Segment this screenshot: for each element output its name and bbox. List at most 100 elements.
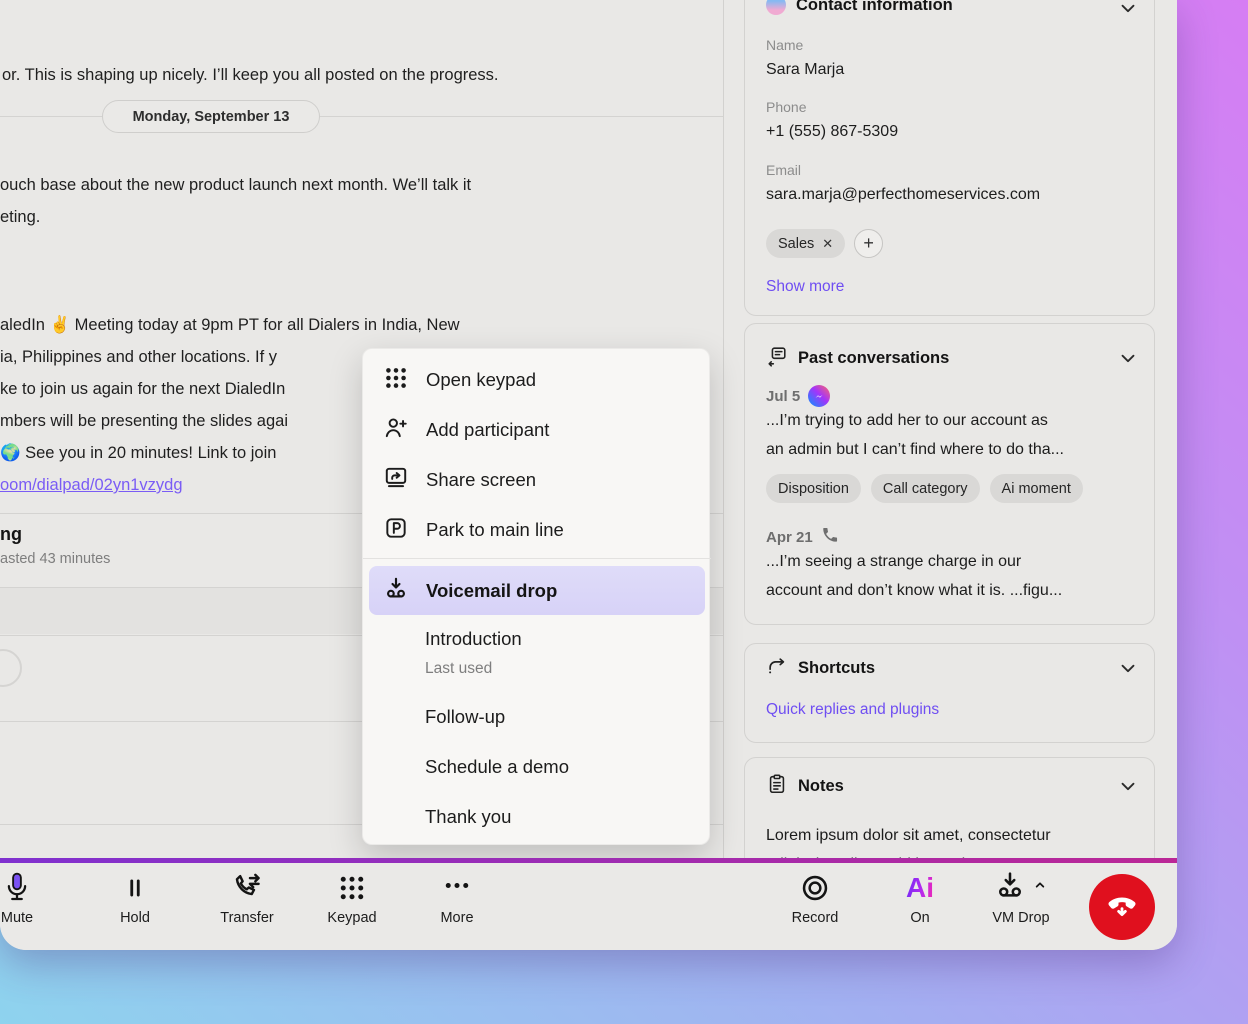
add-participant-icon	[383, 415, 409, 446]
hold-button[interactable]: Hold	[97, 869, 173, 941]
button-label: More	[440, 910, 473, 926]
disposition-tag[interactable]: Disposition	[766, 474, 861, 503]
voicemail-option-note: Last used	[425, 660, 492, 678]
shortcuts-header[interactable]: Shortcuts	[766, 655, 875, 682]
voicemail-option-thank-you[interactable]: Thank you	[425, 806, 511, 828]
quick-replies-link[interactable]: Quick replies and plugins	[766, 701, 939, 719]
remove-tag-icon[interactable]: ✕	[822, 236, 833, 252]
transfer-button[interactable]: Transfer	[209, 869, 285, 941]
card-title: Past conversations	[798, 349, 949, 368]
shortcuts-card: Shortcuts Quick replies and plugins	[744, 643, 1155, 743]
past-conversations-header[interactable]: Past conversations	[766, 345, 949, 372]
call-entry-title: ng	[0, 524, 22, 545]
button-label: On	[910, 910, 929, 926]
callbar-accent-line	[0, 858, 1177, 863]
conversation-preview[interactable]: an admin but I can’t find where to do th…	[766, 441, 1064, 459]
notes-header[interactable]: Notes	[766, 773, 844, 800]
button-label: Transfer	[220, 910, 273, 926]
more-button[interactable]: More	[419, 869, 495, 941]
contact-information-card: Contact information Name Sara Marja Phon…	[744, 0, 1155, 316]
pane-divider	[723, 0, 724, 862]
chevron-down-icon[interactable]	[1117, 657, 1139, 684]
add-tag-button[interactable]: +	[854, 229, 883, 258]
voicemail-option-schedule-a-demo[interactable]: Schedule a demo	[425, 756, 569, 778]
menu-item-label: Add participant	[426, 419, 549, 441]
menu-item-open-keypad[interactable]: Open keypad	[383, 355, 536, 405]
menu-item-label: Park to main line	[426, 519, 564, 541]
keypad-icon	[337, 869, 367, 907]
park-icon	[383, 515, 409, 546]
transfer-call-icon	[229, 869, 265, 907]
date-text: Apr 21	[766, 529, 813, 546]
contact-tag[interactable]: Sales ✕	[766, 229, 845, 258]
card-title: Contact information	[796, 0, 953, 15]
microphone-icon	[2, 869, 32, 907]
voicemail-option-introduction[interactable]: Introduction	[425, 628, 522, 650]
conversation-date: Jul 5	[766, 385, 830, 407]
conversation-date: Apr 21	[766, 526, 839, 548]
desktop-background: or. This is shaping up nicely. I’ll keep…	[0, 0, 1248, 1024]
record-icon	[799, 869, 831, 907]
chevron-up-icon[interactable]	[1032, 877, 1048, 898]
ellipsis-icon	[441, 869, 473, 907]
avatar	[0, 649, 22, 687]
chat-message-line: ia, Philippines and other locations. If …	[0, 348, 277, 367]
keypad-button[interactable]: Keypad	[314, 869, 390, 941]
record-button[interactable]: Record	[777, 869, 853, 941]
menu-item-voicemail-drop[interactable]: Voicemail drop	[369, 566, 705, 615]
call-control-bar: Mute Hold Transfer Keypad	[0, 858, 1177, 950]
menu-divider	[363, 558, 711, 559]
menu-item-label: Share screen	[426, 469, 536, 491]
card-title: Notes	[798, 777, 844, 796]
vm-drop-button[interactable]: VM Drop	[971, 869, 1071, 941]
conversation-tags: Disposition Call category Ai moment	[766, 474, 1083, 503]
conversation-preview[interactable]: account and don’t know what it is. ...fi…	[766, 582, 1062, 600]
contact-avatar	[766, 0, 786, 15]
button-label: Keypad	[327, 910, 376, 926]
conversation-preview[interactable]: ...I’m seeing a strange charge in our	[766, 553, 1021, 571]
tag-label: Sales	[778, 236, 814, 252]
button-label: Mute	[1, 910, 33, 926]
voicemail-drop-icon	[994, 869, 1026, 906]
contact-name: Sara Marja	[766, 61, 844, 79]
chevron-down-icon[interactable]	[1117, 347, 1139, 374]
voicemail-option-follow-up[interactable]: Follow-up	[425, 706, 505, 728]
menu-item-add-participant[interactable]: Add participant	[383, 405, 549, 455]
chat-message-line: aledIn ✌️ Meeting today at 9pm PT for al…	[0, 316, 460, 335]
call-actions-menu: Open keypad Add participant Share screen…	[362, 348, 710, 845]
dialpad-call-window: or. This is shaping up nicely. I’ll keep…	[0, 0, 1177, 950]
chat-message-line: ouch base about the new product launch n…	[0, 176, 471, 195]
contact-email: sara.marja@perfecthomeservices.com	[766, 186, 1040, 204]
pause-icon	[122, 869, 148, 907]
button-label: VM Drop	[992, 910, 1049, 926]
notes-icon	[766, 773, 788, 800]
date-divider: Monday, September 13	[102, 100, 320, 133]
call-category-tag[interactable]: Call category	[871, 474, 980, 503]
past-conversations-icon	[766, 345, 788, 372]
ai-logo: Ai	[906, 869, 934, 907]
end-call-button[interactable]	[1089, 874, 1155, 940]
voicemail-drop-icon	[383, 575, 409, 606]
show-more-link[interactable]: Show more	[766, 278, 844, 296]
name-label: Name	[766, 37, 803, 53]
shortcuts-icon	[766, 655, 788, 682]
chat-message-line: 🌍 See you in 20 minutes! Link to join	[0, 444, 276, 463]
meeting-join-link[interactable]: oom/dialpad/02yn1vzydg	[0, 476, 183, 495]
button-label: Record	[792, 910, 839, 926]
chevron-down-icon[interactable]	[1117, 775, 1139, 802]
chevron-down-icon[interactable]	[1117, 0, 1139, 24]
contact-information-header[interactable]: Contact information	[766, 0, 953, 15]
ai-moment-tag[interactable]: Ai moment	[990, 474, 1083, 503]
button-label: Hold	[120, 910, 150, 926]
conversation-preview[interactable]: ...I’m trying to add her to our account …	[766, 412, 1048, 430]
menu-item-share-screen[interactable]: Share screen	[383, 455, 536, 505]
menu-item-park-to-main-line[interactable]: Park to main line	[383, 505, 564, 555]
mute-button[interactable]: Mute	[0, 869, 55, 941]
chat-message: or. This is shaping up nicely. I’ll keep…	[2, 66, 499, 85]
call-entry-duration: asted 43 minutes	[0, 551, 110, 567]
chat-message-line: ke to join us again for the next DialedI…	[0, 380, 285, 399]
ai-toggle-button[interactable]: Ai On	[882, 869, 958, 941]
share-screen-icon	[383, 465, 409, 496]
notes-text-line[interactable]: Lorem ipsum dolor sit amet, consectetur	[766, 827, 1051, 845]
date-text: Jul 5	[766, 388, 800, 405]
